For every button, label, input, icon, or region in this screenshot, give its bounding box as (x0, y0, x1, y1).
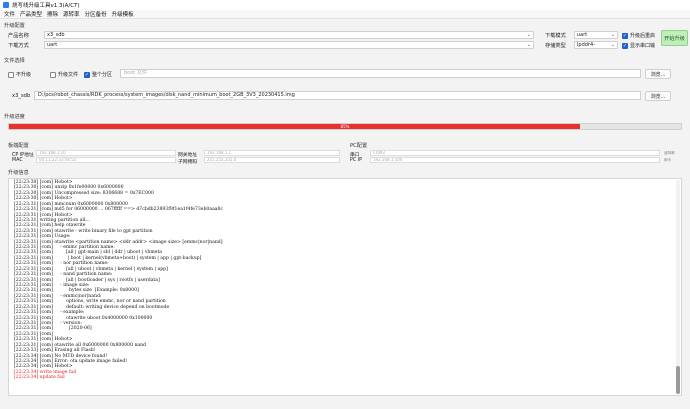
upgrade-config-label: 升级配置 (4, 23, 25, 29)
product-name-value: x3_sdb (47, 32, 65, 38)
image-file-label: x3_sdb (12, 93, 31, 99)
chevron-down-icon: ⌄ (526, 32, 531, 38)
dl-mode-value: uart (577, 32, 588, 38)
show-serial-checkbox[interactable]: ✓ 显示串口输 (622, 42, 655, 49)
menu-source-rate[interactable]: 源转率 (63, 10, 80, 18)
restart-after-upgrade-checkbox[interactable]: ✓ 升级后重启 (622, 32, 655, 39)
progress-label: 升级进度 (4, 114, 25, 120)
log-scroll-thumb[interactable] (676, 366, 680, 394)
storage-type-select[interactable]: lpddr4-samsung ⌄ (574, 41, 618, 49)
nic-note: 网卡 (664, 158, 672, 162)
check-icon: ✓ (622, 42, 628, 49)
chevron-down-icon: ⌄ (526, 42, 531, 48)
cp-ip-input[interactable]: 192.168.1.10 (36, 150, 176, 156)
cp-ip-label: CP IP地址 (12, 153, 34, 158)
menu-product-type[interactable]: 产品类型 (20, 10, 42, 18)
product-name-select[interactable]: x3_sdb ⌄ (44, 31, 534, 39)
pc-config-label: PC配置 (350, 143, 368, 149)
menu-bar: 文件 产品类型 擦除 源转率 分区备份 升级模板 (0, 10, 690, 19)
storage-type-label: 存储类型 (545, 43, 566, 49)
product-name-label: 产品名称 (8, 33, 29, 39)
chevron-down-icon: ⌄ (610, 32, 615, 38)
file-select-label: 文件选择 (4, 58, 25, 64)
netmask-label: 子网掩码 (178, 160, 198, 165)
gateway-input[interactable]: 192.168.1.1 (204, 150, 340, 156)
board-config-label: 板端配置 (8, 143, 29, 149)
all-partition-checkbox[interactable]: ✓ 整个分区 (84, 71, 112, 78)
mac-label: MAC (12, 158, 23, 163)
download-mode-label: 下载方式 (8, 43, 29, 49)
start-upgrade-button[interactable]: 开始升级 (661, 30, 688, 46)
upgrade-progress-bar: 85% (8, 123, 682, 130)
log-line: [22:23:34] update fail (14, 375, 65, 381)
browse-image-button[interactable]: 浏览... (645, 91, 671, 101)
app-icon (3, 2, 9, 8)
dl-mode-label: 下载模式 (545, 33, 566, 39)
menu-partition-backup[interactable]: 分区备份 (85, 10, 107, 18)
log-output[interactable]: [22:23:30] [com] Hobot> [22:23:30] [com] … (8, 178, 682, 396)
log-label: 升级信息 (8, 170, 29, 176)
mac-input[interactable]: 00:11:22:33:44:55 (36, 157, 176, 163)
dl-mode-select[interactable]: uart ⌄ (574, 31, 618, 39)
download-mode-select[interactable]: uart ⌄ (44, 41, 534, 49)
image-file-path-input[interactable]: D:/pcs/robot_chassis/RDK_process/system_… (34, 91, 641, 100)
no-upgrade-checkbox[interactable]: 不升级 (8, 71, 31, 78)
progress-text: 85% (340, 124, 350, 129)
menu-file[interactable]: 文件 (4, 10, 15, 18)
upgrade-file-checkbox[interactable]: 升级文件 (50, 71, 78, 78)
boot-file-input[interactable]: boot 文件 (120, 69, 641, 78)
serial-port-select[interactable]: COM3 (370, 150, 660, 156)
checkbox-icon (50, 71, 56, 78)
check-icon: ✓ (622, 32, 628, 39)
window-title: 烧写线升级工具v1.3(A/CT) (12, 3, 80, 9)
storage-type-value: lpddr4-samsung (577, 42, 595, 48)
browse-boot-button[interactable]: 浏览... (645, 69, 671, 79)
menu-erase[interactable]: 擦除 (47, 10, 58, 18)
download-mode-value: uart (47, 42, 58, 48)
pc-ip-input[interactable]: 192.168.1.100 (370, 157, 660, 163)
chevron-down-icon: ⌄ (610, 42, 615, 48)
checkbox-icon (8, 71, 14, 78)
serial-port-label: 串口 (350, 153, 360, 158)
pc-ip-label: PC IP (350, 158, 363, 163)
baud-note: 波特率 (664, 151, 675, 155)
log-lines: [22:23:30] [com] Hobot> [22:23:30] [com] … (14, 180, 675, 381)
log-scrollbar[interactable] (676, 180, 680, 394)
gateway-label: 网关地址 (178, 153, 198, 158)
check-icon: ✓ (84, 71, 90, 78)
netmask-input[interactable]: 255.255.255.0 (204, 157, 340, 163)
menu-upgrade-template[interactable]: 升级模板 (112, 10, 134, 18)
title-bar: 烧写线升级工具v1.3(A/CT) (0, 0, 690, 10)
